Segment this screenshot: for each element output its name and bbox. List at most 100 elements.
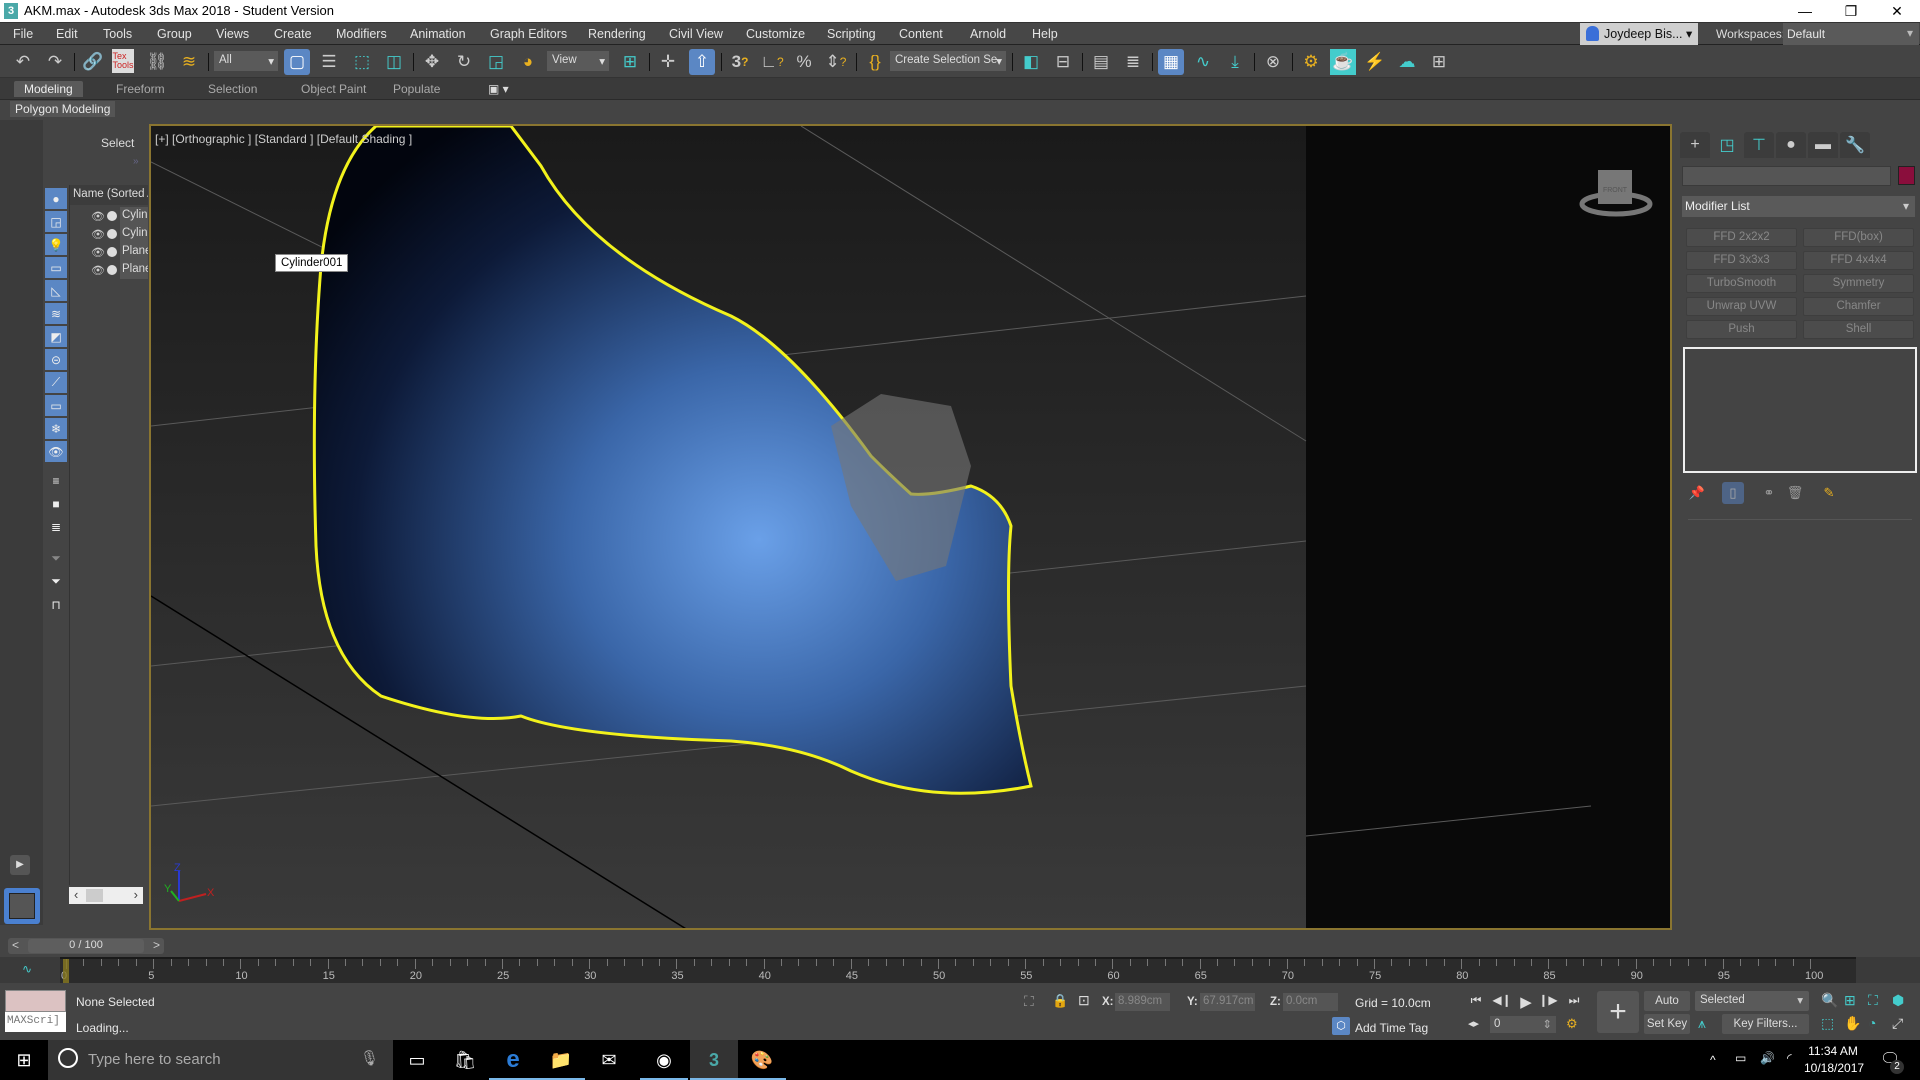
freeze-icon[interactable] xyxy=(107,247,117,257)
zoom-extents-icon[interactable]: ⛶ xyxy=(1868,992,1878,1009)
scroll-right-icon[interactable]: › xyxy=(134,887,138,902)
undo-icon[interactable]: ↶ xyxy=(10,49,36,75)
make-unique-icon[interactable]: ⚭ xyxy=(1758,482,1780,504)
viewcube[interactable]: FRONT xyxy=(1576,162,1656,222)
modifier-chamfer-button[interactable]: Chamfer xyxy=(1803,297,1914,316)
viewport-preview-button[interactable] xyxy=(4,888,40,924)
time-configuration-icon[interactable]: ⚙ xyxy=(1566,1016,1578,1032)
file-explorer-icon[interactable]: 📁 xyxy=(537,1040,585,1080)
select-object-icon[interactable]: ▢ xyxy=(284,49,310,75)
x-coordinate-field[interactable]: 8.989cm xyxy=(1115,993,1170,1011)
current-frame-field[interactable]: 0 ⇕ xyxy=(1490,1016,1556,1033)
prev-frame-button[interactable]: < xyxy=(12,938,19,952)
previous-frame-icon[interactable]: ◀❙ xyxy=(1492,993,1512,1011)
select-scale-icon[interactable]: ◲ xyxy=(483,49,509,75)
layer-icon[interactable]: ⊓ xyxy=(45,594,67,615)
maximize-viewport-icon[interactable]: ⤢ xyxy=(1892,1015,1903,1032)
menu-civil-view[interactable]: Civil View xyxy=(669,27,723,41)
render-setup-icon[interactable]: ⚙ xyxy=(1298,49,1324,75)
modifier-turbosmooth-button[interactable]: TurboSmooth xyxy=(1686,274,1797,293)
mirror-icon[interactable]: ◧ xyxy=(1018,49,1044,75)
menu-tools[interactable]: Tools xyxy=(103,27,132,41)
textools-icon[interactable]: Tex Tools xyxy=(112,49,134,73)
spinner-snap-icon[interactable]: ⇕? xyxy=(823,49,849,75)
eye-icon[interactable]: 👁 xyxy=(91,264,105,277)
snaps-toggle-icon[interactable]: 3? xyxy=(727,49,753,75)
list-item[interactable]: 👁 Cylinder001 xyxy=(70,207,148,225)
scroll-left-icon[interactable]: ‹ xyxy=(74,887,78,902)
minimize-button[interactable]: — xyxy=(1782,0,1828,22)
selection-lock-icon[interactable]: 🔒 xyxy=(1052,993,1068,1009)
freeze-icon[interactable] xyxy=(107,211,117,221)
microphone-icon[interactable]: 🎙 xyxy=(360,1049,379,1067)
modifier-ffd3-button[interactable]: FFD 3x3x3 xyxy=(1686,251,1797,270)
auto-key-button[interactable]: Auto Key xyxy=(1644,991,1690,1027)
zoom-all-icon[interactable]: ⊞ xyxy=(1844,992,1856,1009)
select-none-icon[interactable]: ■ xyxy=(45,493,67,514)
set-key-button[interactable]: Set Key xyxy=(1644,1014,1690,1034)
manipulate-icon[interactable]: ✛ xyxy=(655,49,681,75)
scene-explorer-icon[interactable]: ▤ xyxy=(1088,49,1114,75)
layer-explorer-icon[interactable]: ≣ xyxy=(1120,49,1146,75)
menu-group[interactable]: Group xyxy=(157,27,192,41)
mail-icon[interactable]: ✉ xyxy=(585,1040,633,1080)
tab-populate[interactable]: Populate xyxy=(383,81,450,97)
eye-icon[interactable]: 👁 xyxy=(91,210,105,223)
placement-icon[interactable]: ◕ xyxy=(515,49,541,75)
link-icon[interactable]: 🔗 xyxy=(80,49,106,75)
isolate-selection-icon[interactable]: ⛶ xyxy=(1024,993,1034,1010)
store-icon[interactable]: 🛍 xyxy=(441,1040,489,1080)
display-hidden-icon[interactable]: 👁 xyxy=(45,441,67,462)
pivot-icon[interactable]: ⊞ xyxy=(617,49,643,75)
set-key-big-button[interactable]: + xyxy=(1597,991,1639,1033)
eye-icon[interactable]: 👁 xyxy=(91,228,105,241)
edge-icon[interactable]: e xyxy=(489,1040,537,1080)
workspace-dropdown[interactable]: Default ▾ xyxy=(1783,23,1919,45)
close-button[interactable]: ✕ xyxy=(1874,0,1920,22)
configure-modifier-sets-icon[interactable]: ✎ xyxy=(1818,482,1840,504)
modifier-unwrap-button[interactable]: Unwrap UVW xyxy=(1686,297,1797,316)
key-filters-button[interactable]: Key Filters... xyxy=(1722,1014,1809,1034)
unlink-icon[interactable]: ⛓ xyxy=(144,49,170,75)
rendered-frame-icon[interactable]: ☕ xyxy=(1330,49,1356,75)
task-view-icon[interactable]: ▭ xyxy=(393,1040,441,1080)
maxscript-listener[interactable]: MAXScri] xyxy=(5,1012,66,1032)
wifi-icon[interactable]: ◜ xyxy=(1787,1051,1792,1065)
material-editor-icon[interactable]: ⊗ xyxy=(1260,49,1286,75)
clock-time[interactable]: 11:34 AM xyxy=(1808,1044,1858,1058)
freeze-icon[interactable] xyxy=(107,265,117,275)
select-move-icon[interactable]: ✥ xyxy=(419,49,445,75)
menu-rendering[interactable]: Rendering xyxy=(588,27,646,41)
z-coordinate-field[interactable]: 0.0cm xyxy=(1283,993,1338,1011)
redo-icon[interactable]: ↷ xyxy=(42,49,68,75)
menu-arnold[interactable]: Arnold xyxy=(970,27,1006,41)
next-frame-icon[interactable]: ❙▶ xyxy=(1538,993,1558,1011)
current-frame-marker[interactable] xyxy=(63,959,69,983)
select-invert-icon[interactable]: ≣ xyxy=(45,516,67,537)
ref-coord-dropdown[interactable]: View ▾ xyxy=(547,51,609,71)
zoom-extents-all-icon[interactable]: ⬢ xyxy=(1892,992,1904,1009)
tab-freeform[interactable]: Freeform xyxy=(106,81,175,97)
menu-edit[interactable]: Edit xyxy=(56,27,78,41)
ribbon-toggle-icon[interactable]: ▦ xyxy=(1158,49,1184,75)
menu-file[interactable]: File xyxy=(13,27,33,41)
eye-icon[interactable]: 👁 xyxy=(91,246,105,259)
key-mode-toggle-icon[interactable]: ◂▸ xyxy=(1468,1017,1479,1030)
display-tab[interactable]: ▬ xyxy=(1808,132,1838,158)
menu-customize[interactable]: Customize xyxy=(746,27,805,41)
edit-named-sel-icon[interactable]: {} xyxy=(862,49,888,75)
rect-select-region-icon[interactable]: ⬚ xyxy=(349,49,375,75)
object-name-field[interactable] xyxy=(1682,166,1891,186)
account-menu[interactable]: Joydeep Bis... ▾ xyxy=(1580,23,1698,45)
go-to-end-icon[interactable]: ⏭ xyxy=(1564,993,1584,1011)
viewport-scene[interactable]: Z X Y xyxy=(151,126,1672,930)
curve-editor-mini-icon[interactable]: ∿ xyxy=(22,962,32,976)
display-groups-icon[interactable]: ◩ xyxy=(45,326,67,347)
menu-content[interactable]: Content xyxy=(899,27,943,41)
select-by-name-icon[interactable]: ☰ xyxy=(316,49,342,75)
menu-views[interactable]: Views xyxy=(216,27,249,41)
menu-graph-editors[interactable]: Graph Editors xyxy=(490,27,567,41)
scroll-thumb[interactable] xyxy=(86,889,103,902)
select-all-icon[interactable]: ≡ xyxy=(45,470,67,491)
bind-spacewarp-icon[interactable]: ≋ xyxy=(176,49,202,75)
